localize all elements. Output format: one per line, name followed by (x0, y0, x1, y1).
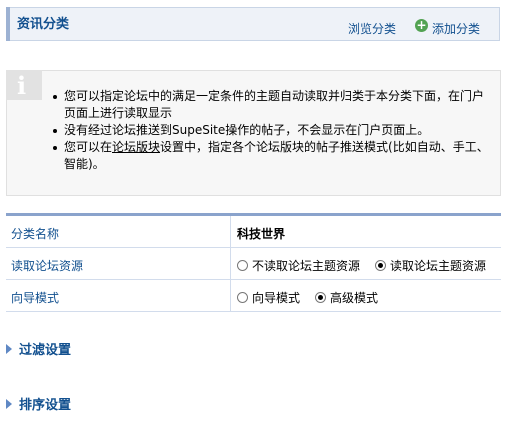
info-icon: i (6, 70, 42, 100)
settings-table: 分类名称 科技世界 读取论坛资源 不读取论坛主题资源 读取论坛主题资源 向导模式… (6, 213, 501, 312)
plus-circle-icon[interactable]: + (415, 19, 428, 32)
info-list: 您可以指定论坛中的满足一定条件的主题自动读取并归类于本分类下面，在门户页面上进行… (50, 88, 490, 173)
read-option-none[interactable]: 不读取论坛主题资源 (237, 257, 360, 274)
radio-button-selected[interactable] (375, 260, 386, 271)
category-name-label: 分类名称 (11, 227, 60, 241)
table-row: 分类名称 科技世界 (6, 216, 501, 248)
category-name-value: 科技世界 (237, 227, 286, 241)
expand-arrow-icon (6, 399, 12, 409)
radio-button[interactable] (237, 260, 248, 271)
add-category-link[interactable]: 添加分类 (432, 20, 480, 37)
read-option-forum[interactable]: 读取论坛主题资源 (375, 257, 486, 274)
info-item: 您可以指定论坛中的满足一定条件的主题自动读取并归类于本分类下面，在门户页面上进行… (50, 88, 490, 122)
filter-settings-toggle[interactable]: 过滤设置 (6, 339, 71, 359)
read-resource-label: 读取论坛资源 (11, 259, 84, 273)
radio-button-selected[interactable] (315, 292, 326, 303)
page-title: 资讯分类 (17, 17, 70, 32)
mode-label: 向导模式 (11, 291, 60, 305)
radio-button[interactable] (237, 292, 248, 303)
table-row: 读取论坛资源 不读取论坛主题资源 读取论坛主题资源 (6, 248, 501, 280)
header-accent-bar (6, 7, 10, 41)
expand-arrow-icon (6, 344, 12, 354)
forum-board-link[interactable]: 论坛版块 (112, 140, 160, 154)
info-item: 您可以在论坛版块设置中，指定各个论坛版块的帖子推送模式(比如自动、手工、智能)。 (50, 139, 490, 173)
mode-option-wizard[interactable]: 向导模式 (237, 289, 300, 306)
table-row: 向导模式 向导模式 高级模式 (6, 280, 501, 312)
sort-settings-toggle[interactable]: 排序设置 (6, 394, 71, 414)
browse-category-link[interactable]: 浏览分类 (348, 20, 396, 37)
mode-option-advanced[interactable]: 高级模式 (315, 289, 378, 306)
info-item: 没有经过论坛推送到SupeSite操作的帖子，不会显示在门户页面上。 (50, 122, 490, 139)
